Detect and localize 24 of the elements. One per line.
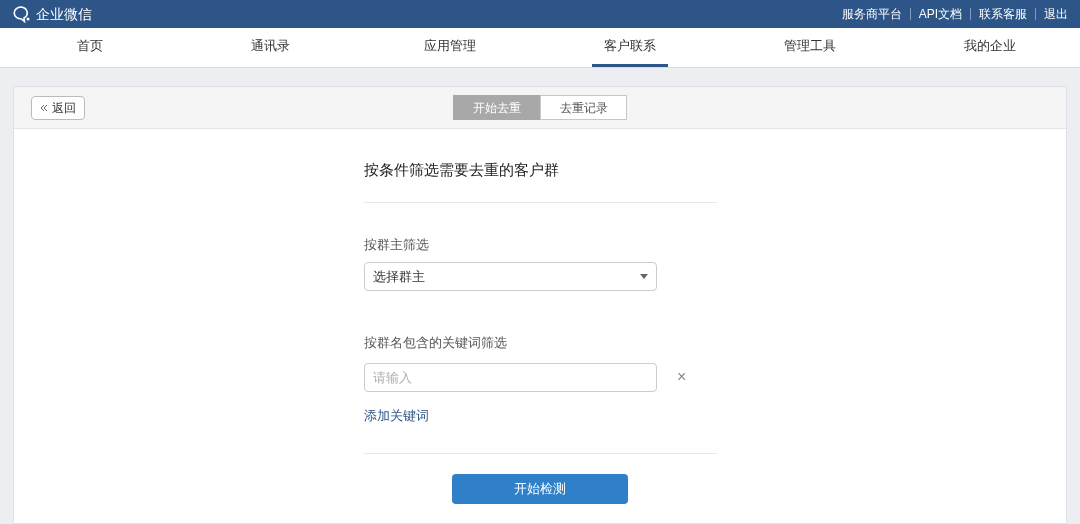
segment-tab[interactable]: 去重记录 [540, 95, 627, 120]
field-label: 按群名包含的关键词筛选 [364, 334, 508, 352]
remove-button[interactable]: × [677, 365, 687, 389]
keyword-input[interactable]: 请输入 [364, 362, 657, 392]
owner-select[interactable]: 选择群主 [364, 262, 657, 291]
top-link[interactable]: API文档 [918, 5, 962, 23]
caret-icon [640, 274, 648, 279]
form-title: 按条件筛选需要去重的客户群 [364, 160, 560, 180]
add-keyword-link[interactable]: 添加关键词 [364, 405, 429, 425]
nav-tab[interactable]: 应用管理 [412, 28, 488, 67]
app-name: 企业微信 [36, 4, 92, 24]
nav-tab[interactable]: 管理工具 [772, 28, 848, 67]
nav-tab[interactable]: 客户联系 [592, 28, 668, 67]
top-link[interactable]: 联系客服 [979, 5, 1027, 23]
top-link[interactable]: 服务商平台 [841, 5, 902, 23]
chat-bubble-icon [12, 5, 32, 23]
field-label: 按群主筛选 [364, 235, 430, 254]
nav-tab[interactable]: 我的企业 [952, 28, 1028, 67]
nav-tab[interactable]: 通讯录 [238, 28, 302, 67]
nav-tab[interactable]: 首页 [65, 28, 115, 67]
start-check-button[interactable]: 开始检测 [452, 474, 628, 504]
top-link[interactable]: 退出 [1044, 5, 1068, 23]
double-chevron-icon [40, 103, 48, 112]
back-button[interactable]: 返回 [31, 95, 85, 120]
